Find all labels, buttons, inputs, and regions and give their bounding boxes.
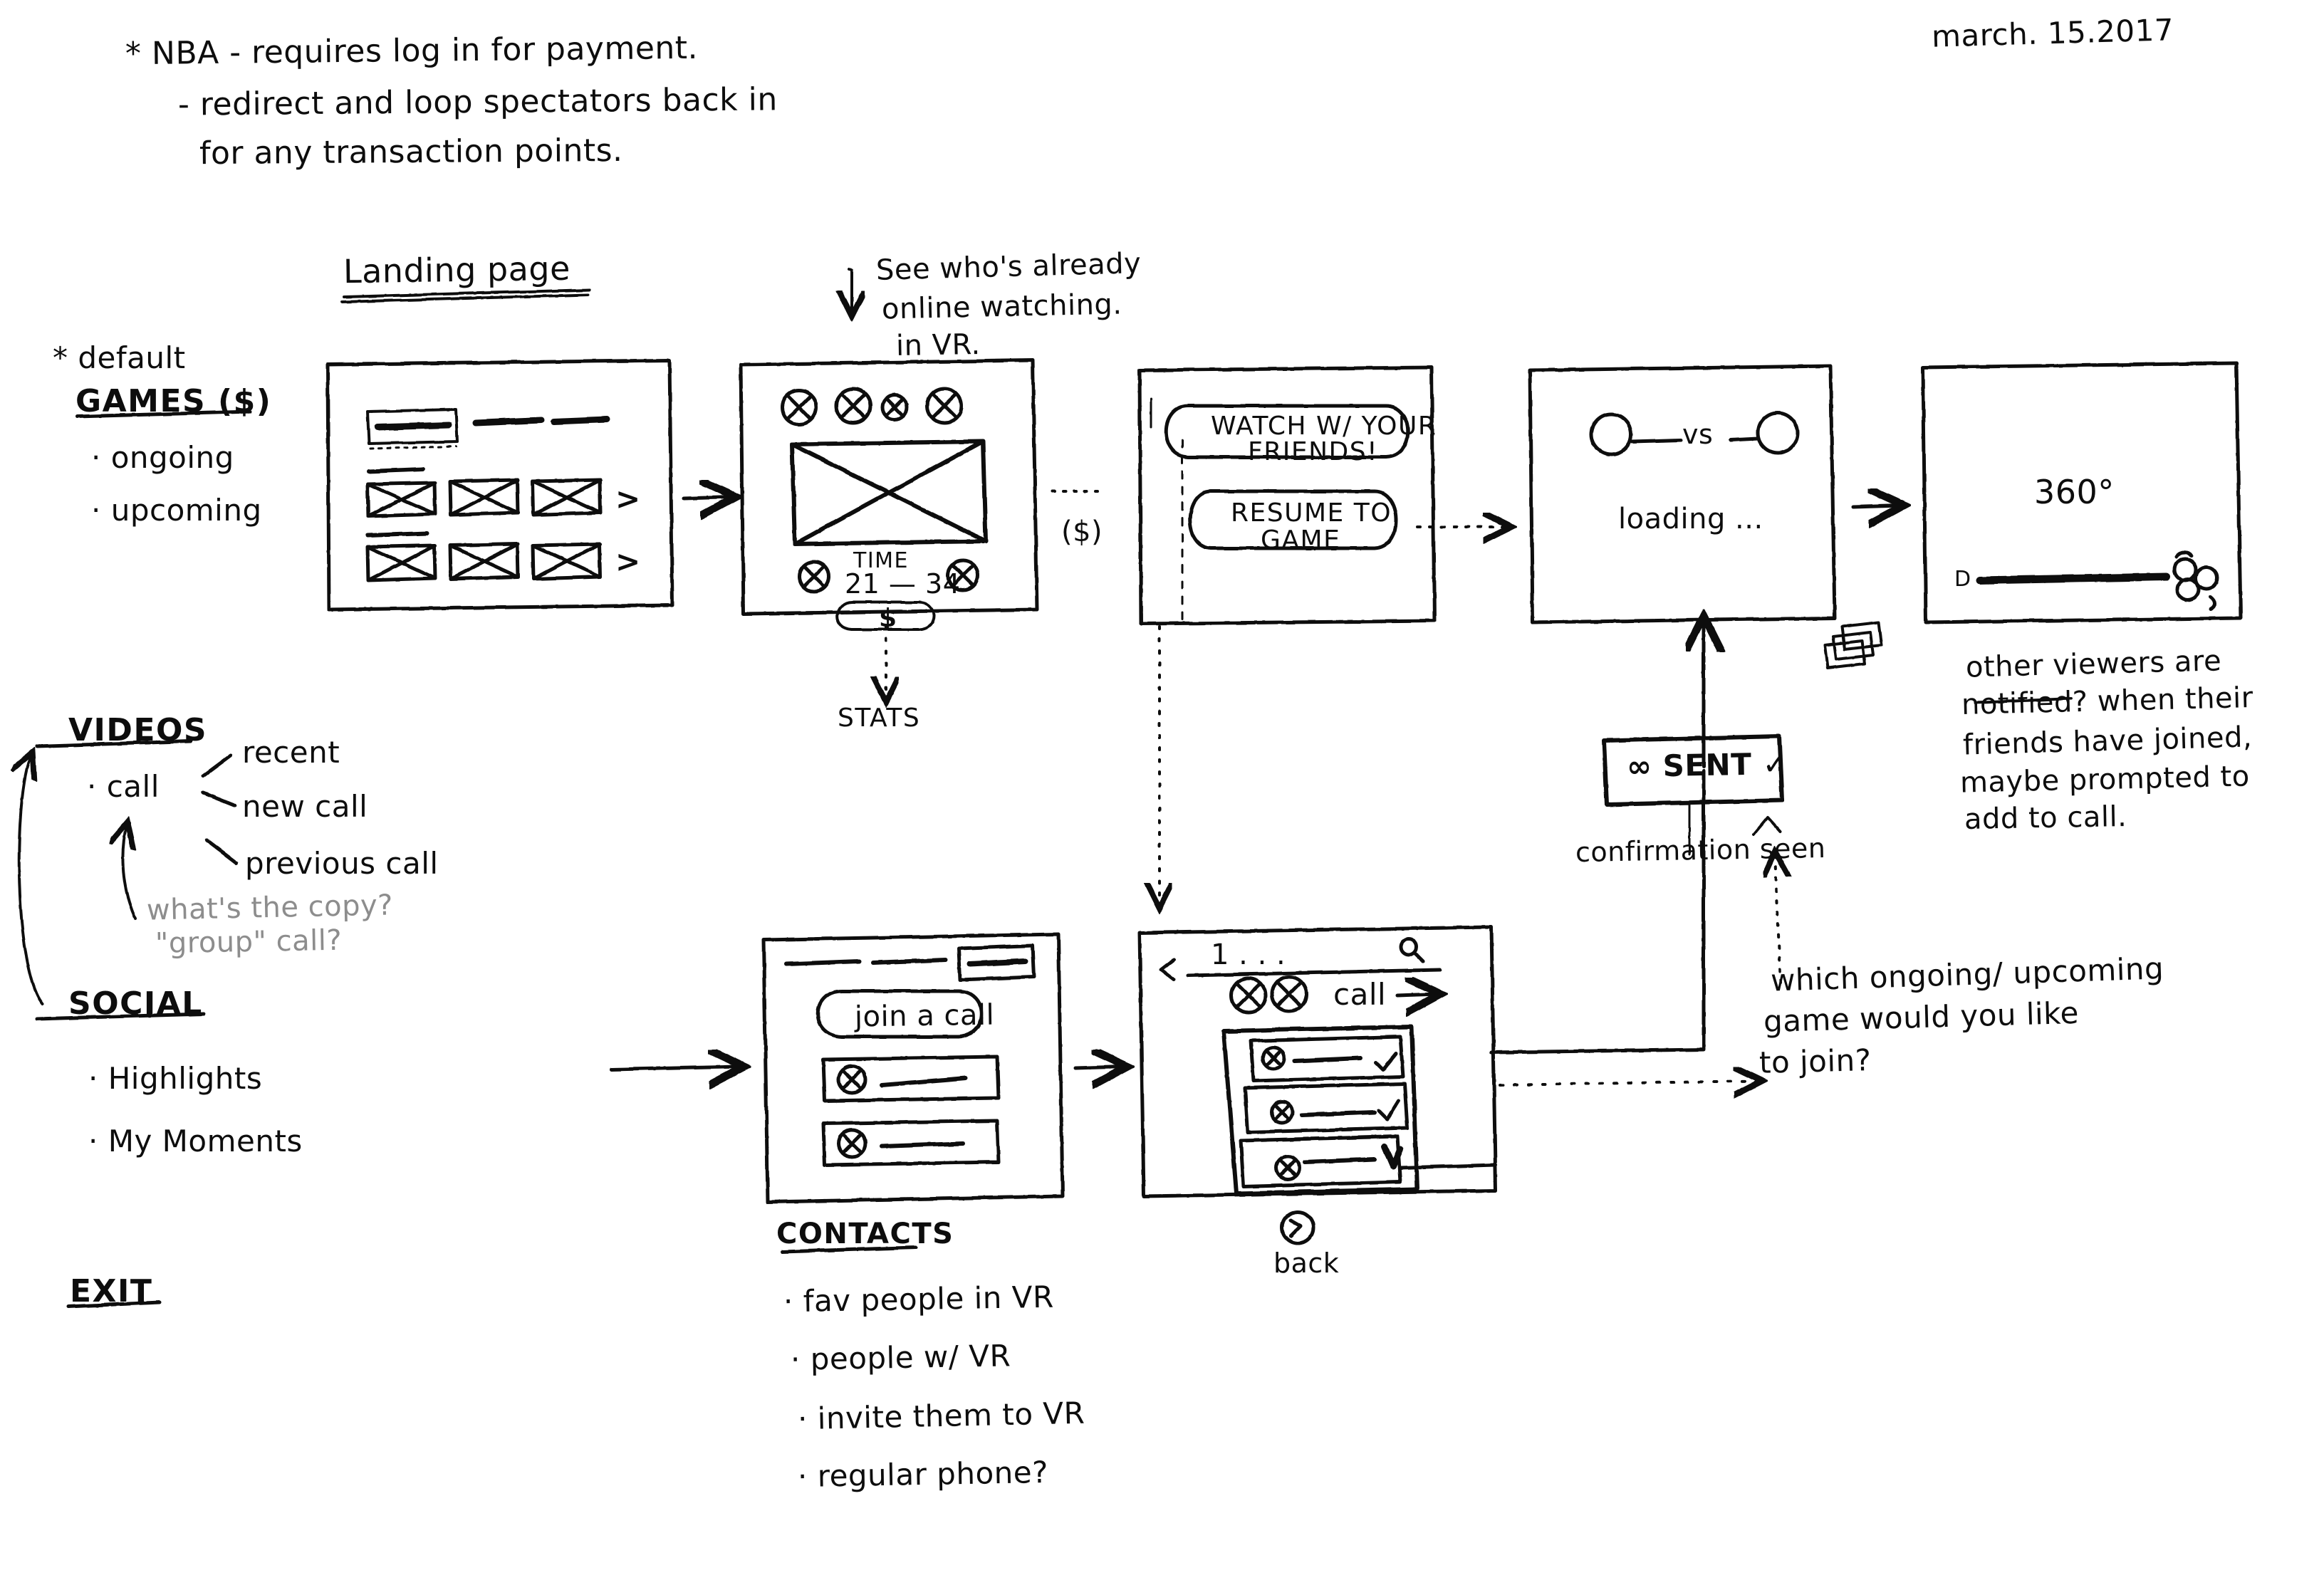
contacts-note-item-4: · regular phone?	[797, 1454, 1049, 1495]
contacts-back-label: back	[1273, 1247, 1340, 1279]
vr-watch-annotation-line-1: See who's already	[875, 247, 1142, 287]
sidebar-item-exit[interactable]: EXIT	[70, 1273, 152, 1310]
other-viewers-note-line-1: other viewers are	[1965, 644, 2222, 684]
sidebar-item-call[interactable]: · call	[87, 769, 160, 805]
sidebar-item-recent[interactable]: recent	[242, 735, 340, 770]
sidebar-item-new-call[interactable]: new call	[242, 789, 368, 825]
sketch-sheet: march. 15.2017 * NBA - requires log in f…	[0, 0, 2324, 1585]
vr-watch-payment-pill-label[interactable]: $	[879, 604, 897, 634]
vr-watch-time-value: 21 — 34	[845, 568, 961, 600]
contacts-note-item-2: · people w/ VR	[790, 1338, 1011, 1377]
cta-watch-with-friends-line-2[interactable]: FRIENDS!	[1248, 437, 1378, 467]
confirmation-seen-note: confirmation seen	[1575, 832, 1826, 869]
stats-label: STATS	[838, 703, 921, 733]
sidebar-item-highlights[interactable]: · Highlights	[88, 1061, 262, 1097]
which-game-note-line-1: which ongoing/ upcoming	[1770, 951, 2164, 998]
contacts-note-item-1: · fav people in VR	[783, 1279, 1055, 1319]
sidebar-item-ongoing[interactable]: · ongoing	[91, 440, 234, 476]
header-note-line-1: * NBA - requires log in for payment.	[125, 29, 699, 73]
sketch-date: march. 15.2017	[1931, 12, 2174, 54]
vr-watch-annotation-line-2: online watching.	[881, 288, 1122, 326]
copy-question-note-line-2: "group" call?	[155, 924, 343, 961]
sidebar-section-games[interactable]: GAMES ($)	[75, 383, 271, 420]
landing-row1-caret[interactable]: >	[615, 481, 641, 517]
frame-label-landing-page: Landing page	[343, 249, 571, 291]
copy-question-note-line-1: what's the copy?	[146, 889, 394, 927]
landing-row2-caret[interactable]: >	[615, 544, 641, 580]
contacts-notes-title: CONTACTS	[776, 1218, 954, 1250]
contacts-title-placeholder: 1 . . .	[1211, 938, 1286, 971]
three-sixty-left-marker: D	[1954, 567, 1971, 592]
contacts-note-item-3: · invite them to VR	[797, 1395, 1085, 1437]
sidebar-section-social[interactable]: SOCIAL	[68, 985, 203, 1022]
which-game-note-line-3: to join?	[1758, 1042, 1872, 1080]
cta-resume-to-game-line-2[interactable]: GAME	[1261, 525, 1340, 555]
money-marker: ($)	[1061, 516, 1103, 548]
other-viewers-note-line-5: add to call.	[1964, 800, 2127, 836]
other-viewers-note-line-4: maybe prompted to	[1959, 760, 2251, 800]
sidebar-item-my-moments[interactable]: · My Moments	[88, 1124, 303, 1159]
loading-status-text: loading ...	[1618, 503, 1763, 535]
vr-watch-annotation-line-3: in VR.	[895, 328, 981, 363]
contacts-call-label[interactable]: call	[1333, 977, 1386, 1013]
header-note-line-2: - redirect and loop spectators back in	[177, 81, 778, 123]
loading-vs-label: vs	[1682, 419, 1714, 450]
games-default-note: * default	[53, 340, 186, 375]
which-game-note-line-2: game would you like	[1763, 995, 2080, 1040]
header-note-line-3: for any transaction points.	[199, 132, 623, 172]
sidebar-item-upcoming[interactable]: · upcoming	[91, 493, 262, 528]
three-sixty-title: 360°	[2034, 473, 2115, 511]
join-a-call-pill-label[interactable]: join a call	[855, 999, 995, 1035]
cta-resume-to-game-line-1[interactable]: RESUME TO	[1231, 498, 1392, 528]
sent-badge-label: ∞ SENT ✓	[1626, 746, 1788, 784]
other-viewers-note-line-3: friends have joined,	[1962, 721, 2253, 762]
sidebar-section-videos[interactable]: VIDEOS	[68, 712, 207, 749]
sidebar-item-previous-call[interactable]: previous call	[245, 846, 439, 882]
other-viewers-note-line-2: notified? when their	[1961, 681, 2254, 721]
